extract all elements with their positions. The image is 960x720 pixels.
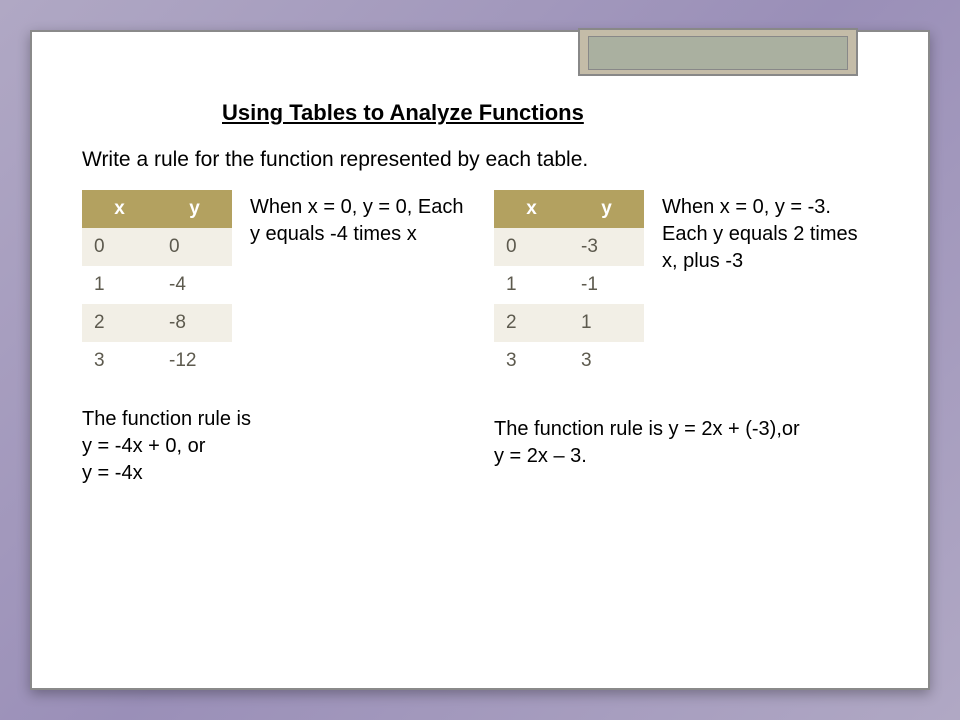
- cell: -12: [157, 342, 232, 380]
- right-header-x: x: [494, 190, 569, 228]
- decorative-tab-outer: [578, 28, 858, 76]
- cell: 0: [157, 228, 232, 266]
- cell: 2: [494, 304, 569, 342]
- table-row: 1 -1: [494, 266, 644, 304]
- work-area: x y 0 0 1 -4 2 -8: [82, 190, 878, 487]
- cell: 1: [569, 304, 644, 342]
- right-explanation: When x = 0, y = -3. Each y equals 2 time…: [662, 190, 878, 275]
- cell: 0: [82, 228, 157, 266]
- cell: -4: [157, 266, 232, 304]
- left-header-y: y: [157, 190, 232, 228]
- cell: 2: [82, 304, 157, 342]
- right-block-top: x y 0 -3 1 -1 2 1: [494, 190, 878, 380]
- table-row: 2 -8: [82, 304, 232, 342]
- cell: 1: [82, 266, 157, 304]
- slide-card: Using Tables to Analyze Functions Write …: [30, 30, 930, 690]
- table-row: 2 1: [494, 304, 644, 342]
- cell: 0: [494, 228, 569, 266]
- cell: 3: [569, 342, 644, 380]
- cell: 1: [494, 266, 569, 304]
- cell: 3: [494, 342, 569, 380]
- cell: -3: [569, 228, 644, 266]
- table-row: 0 -3: [494, 228, 644, 266]
- left-table: x y 0 0 1 -4 2 -8: [82, 190, 232, 380]
- decorative-tab-inner: [588, 36, 848, 70]
- table-row: 3 3: [494, 342, 644, 380]
- right-table: x y 0 -3 1 -1 2 1: [494, 190, 644, 380]
- table-row: 0 0: [82, 228, 232, 266]
- instruction-text: Write a rule for the function represente…: [82, 148, 878, 172]
- table-row: 1 -4: [82, 266, 232, 304]
- cell: -8: [157, 304, 232, 342]
- cell: 3: [82, 342, 157, 380]
- left-block: x y 0 0 1 -4 2 -8: [82, 190, 466, 487]
- left-block-top: x y 0 0 1 -4 2 -8: [82, 190, 466, 380]
- right-rule: The function rule is y = 2x + (-3),or y …: [494, 416, 878, 470]
- left-header-x: x: [82, 190, 157, 228]
- right-header-y: y: [569, 190, 644, 228]
- left-explanation: When x = 0, y = 0, Each y equals -4 time…: [250, 190, 466, 248]
- table-row: 3 -12: [82, 342, 232, 380]
- page-title: Using Tables to Analyze Functions: [222, 100, 878, 126]
- right-block: x y 0 -3 1 -1 2 1: [494, 190, 878, 487]
- cell: -1: [569, 266, 644, 304]
- left-rule: The function rule is y = -4x + 0, or y =…: [82, 406, 466, 487]
